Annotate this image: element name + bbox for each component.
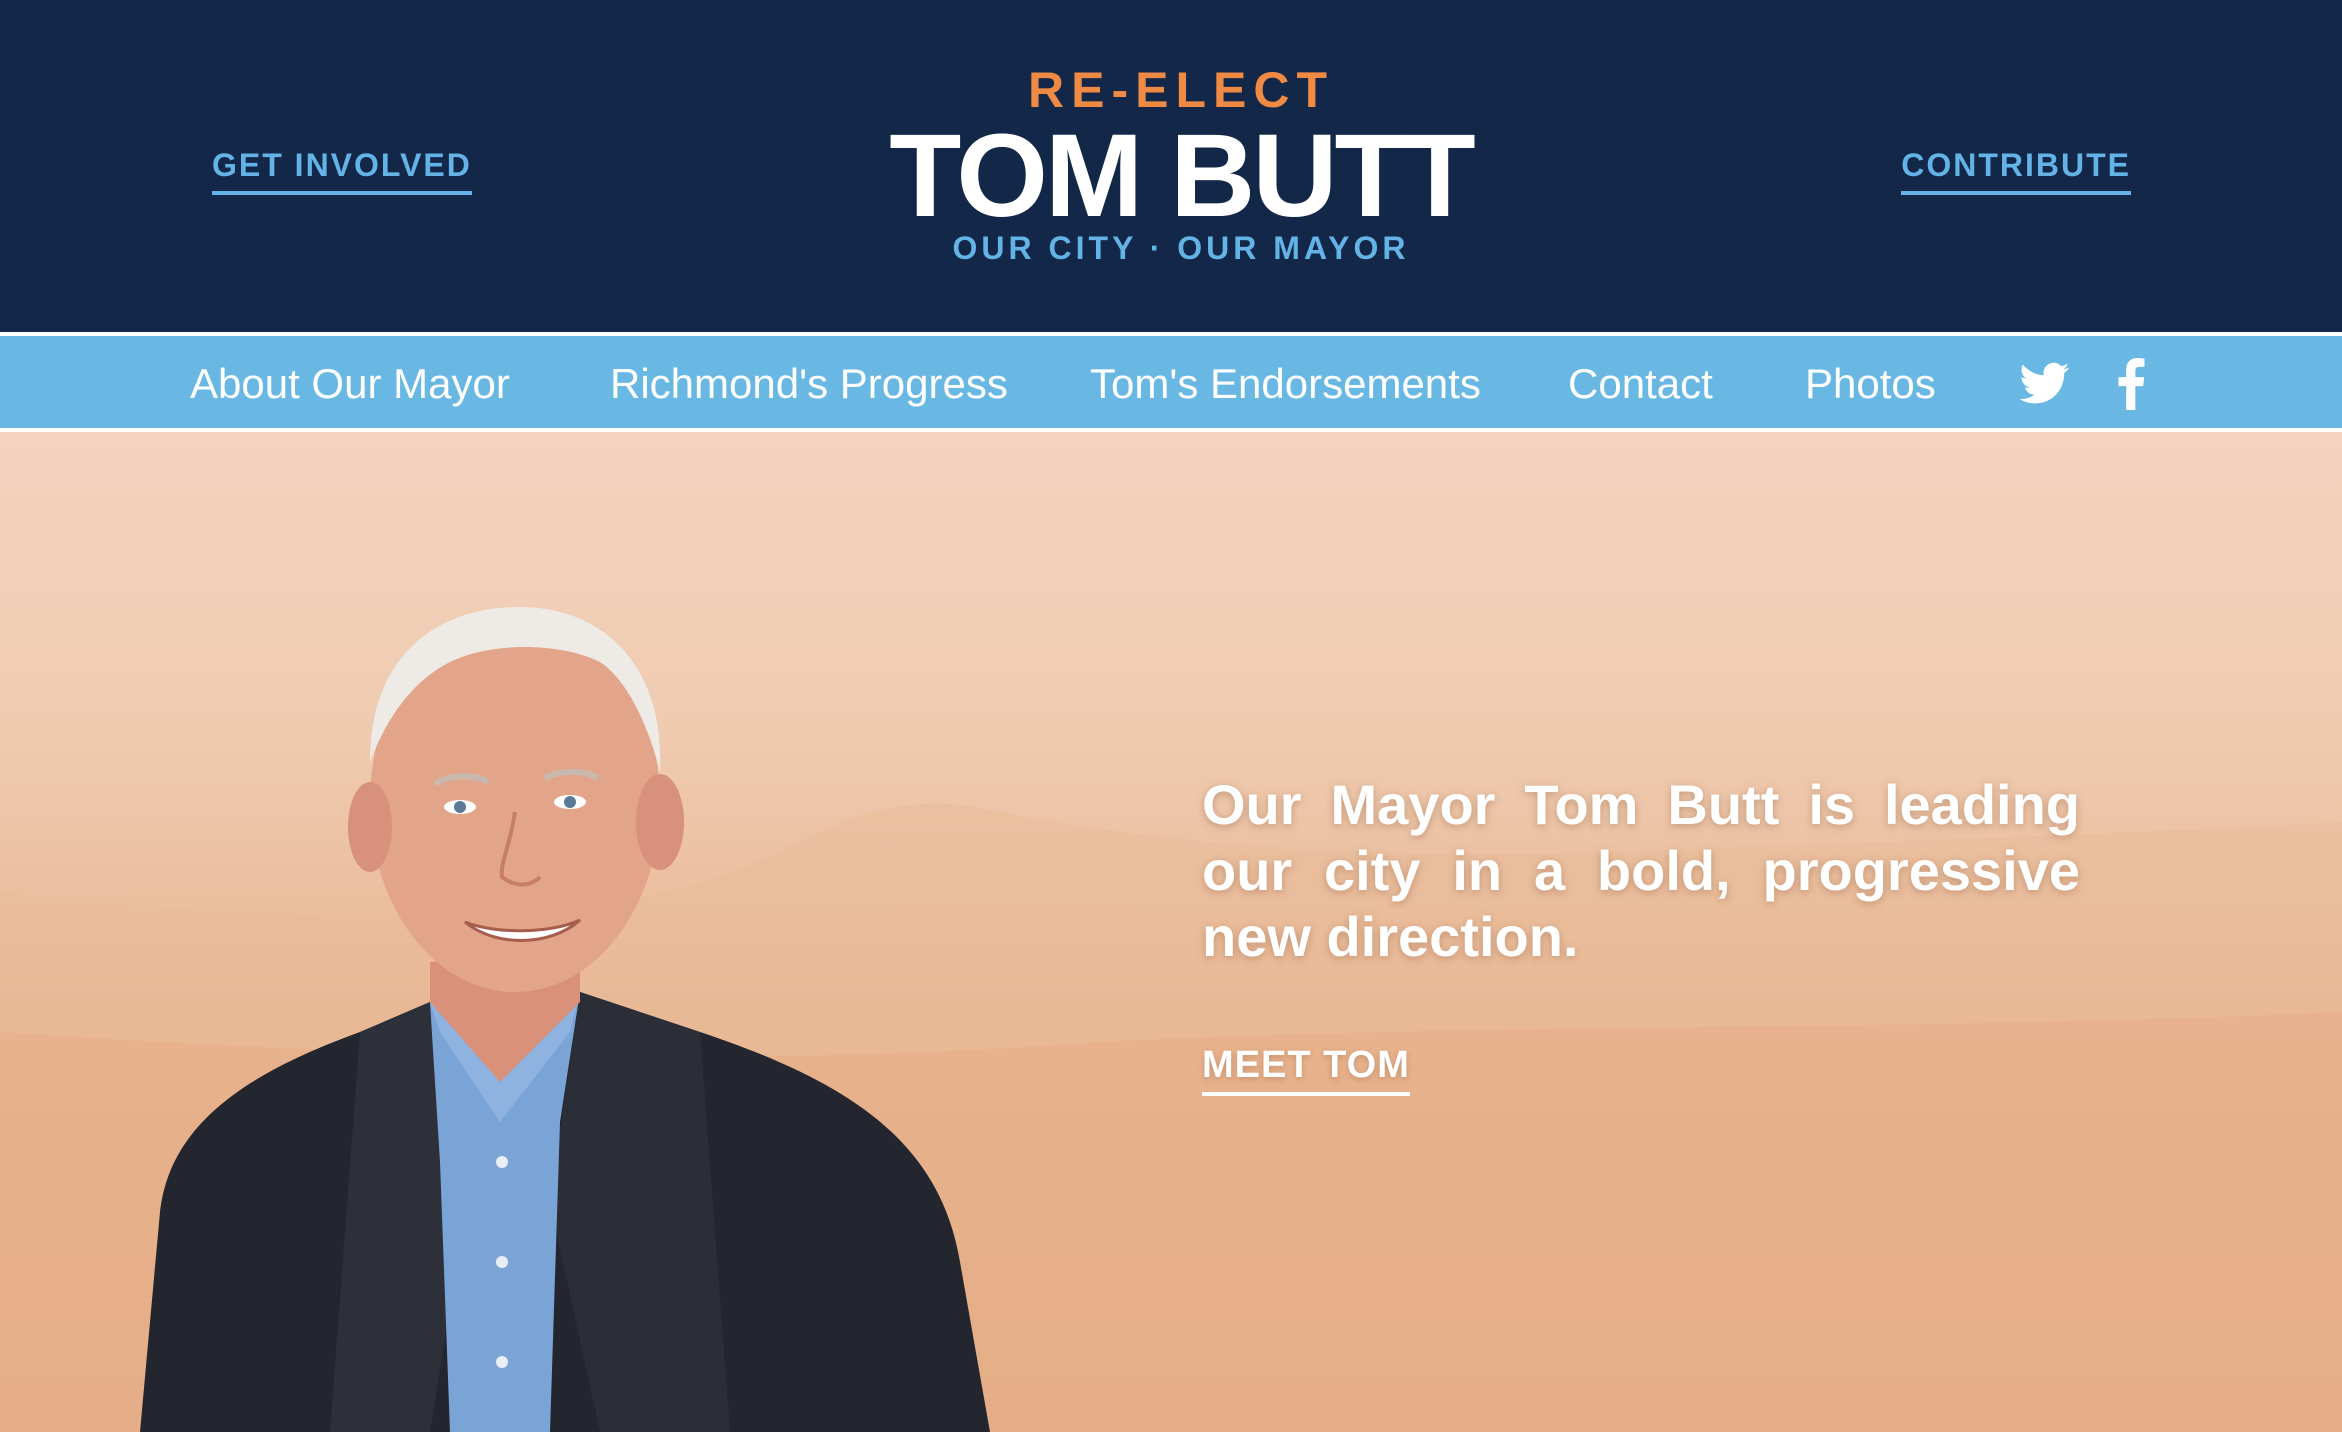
campaign-logo[interactable]: RE-ELECT TOM BUTT OUR CITY · OUR MAYOR [871,58,1491,278]
nav-item-photos[interactable]: Photos [1805,360,1936,408]
facebook-icon[interactable] [2117,358,2145,410]
contribute-link[interactable]: CONTRIBUTE [1901,145,2131,195]
site-header: GET INVOLVED RE-ELECT TOM BUTT OUR CITY … [0,0,2342,330]
get-involved-link[interactable]: GET INVOLVED [212,145,472,195]
nav-item-progress[interactable]: Richmond's Progress [610,360,1008,408]
candidate-portrait [140,607,990,1432]
page: GET INVOLVED RE-ELECT TOM BUTT OUR CITY … [0,0,2342,1432]
nav-item-contact[interactable]: Contact [1568,360,1713,408]
hero-section: Our Mayor Tom Butt is leading our city i… [0,432,2342,1432]
logo-name: TOM BUTT [889,110,1475,242]
main-nav: About Our Mayor Richmond's Progress Tom'… [0,332,2342,432]
nav-item-endorsements[interactable]: Tom's Endorsements [1090,360,1481,408]
hero-headline: Our Mayor Tom Butt is leading our city i… [1202,773,2080,968]
logo-tagline: OUR CITY · OUR MAYOR [952,230,1410,266]
twitter-icon[interactable] [2020,358,2070,408]
nav-item-about[interactable]: About Our Mayor [190,360,510,408]
meet-tom-link[interactable]: MEET TOM [1202,1042,1410,1096]
